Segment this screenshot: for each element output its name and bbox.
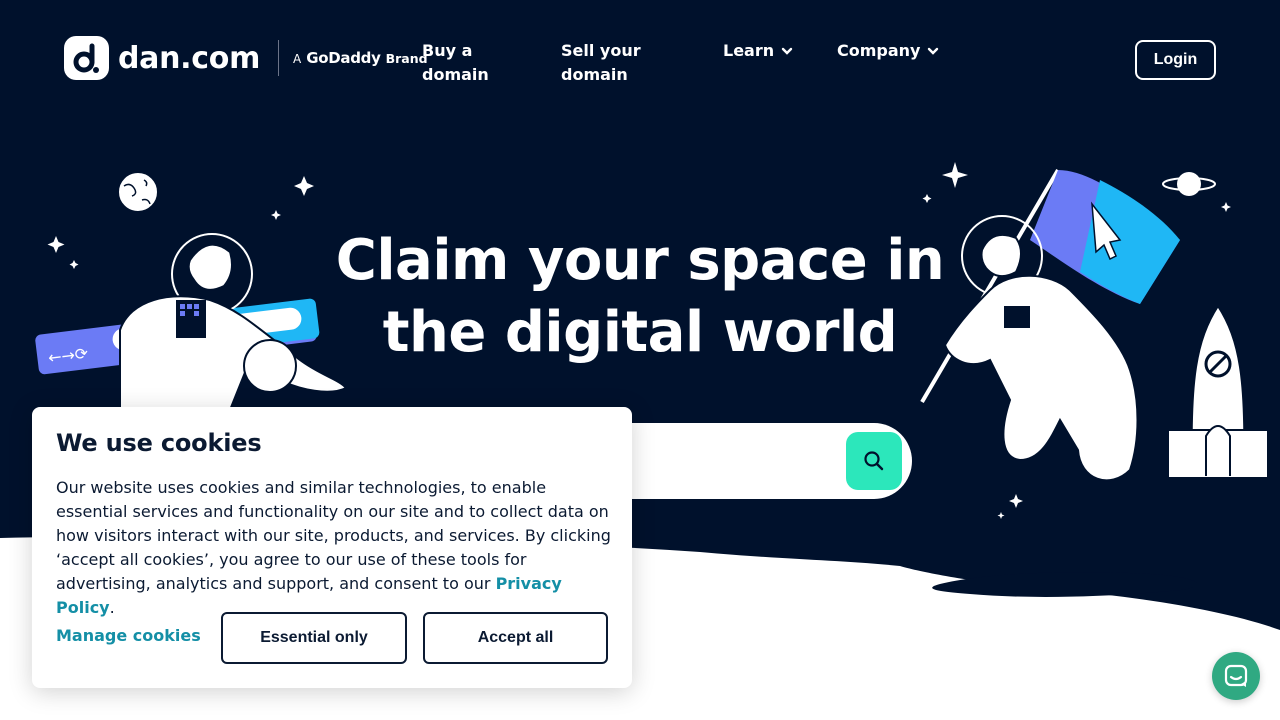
cookie-banner: We use cookies Our website uses cookies … [32, 407, 632, 688]
domain-search-box [600, 423, 912, 499]
manage-cookies-link[interactable]: Manage cookies [56, 626, 201, 645]
chat-icon [1224, 664, 1248, 687]
search-button[interactable] [846, 432, 902, 490]
nav-company[interactable]: Company [837, 39, 940, 63]
dan-logo-icon [64, 36, 109, 80]
chat-launcher-button[interactable] [1212, 652, 1260, 700]
nav-learn[interactable]: Learn [723, 39, 794, 63]
brand-name: GoDaddy [306, 49, 381, 67]
logo[interactable]: dan.com A GoDaddy Brand [64, 36, 428, 80]
cookie-title: We use cookies [56, 429, 262, 457]
godaddy-brand: A GoDaddy Brand [293, 49, 428, 67]
logo-text: dan.com [118, 40, 261, 76]
essential-only-button[interactable]: Essential only [221, 612, 407, 664]
chevron-down-icon [781, 47, 793, 55]
hero-headline: Claim your space in the digital world [335, 228, 945, 365]
nav-learn-label: Learn [723, 41, 775, 60]
top-navigation: dan.com A GoDaddy Brand Buy a domain Sel… [0, 0, 1280, 120]
login-button[interactable]: Login [1135, 40, 1216, 80]
domain-search-input[interactable] [640, 431, 840, 491]
logo-divider [278, 40, 280, 76]
nav-company-label: Company [837, 41, 921, 60]
cookie-body-end: . [109, 598, 115, 617]
search-icon [864, 451, 884, 471]
nav-buy-domain[interactable]: Buy a domain [422, 39, 512, 87]
brand-prefix: A [293, 52, 302, 66]
cookie-body: Our website uses cookies and similar tec… [56, 476, 616, 620]
chevron-down-icon [928, 47, 939, 55]
accept-all-button[interactable]: Accept all [423, 612, 608, 664]
nav-sell-domain[interactable]: Sell your domain [561, 39, 661, 87]
